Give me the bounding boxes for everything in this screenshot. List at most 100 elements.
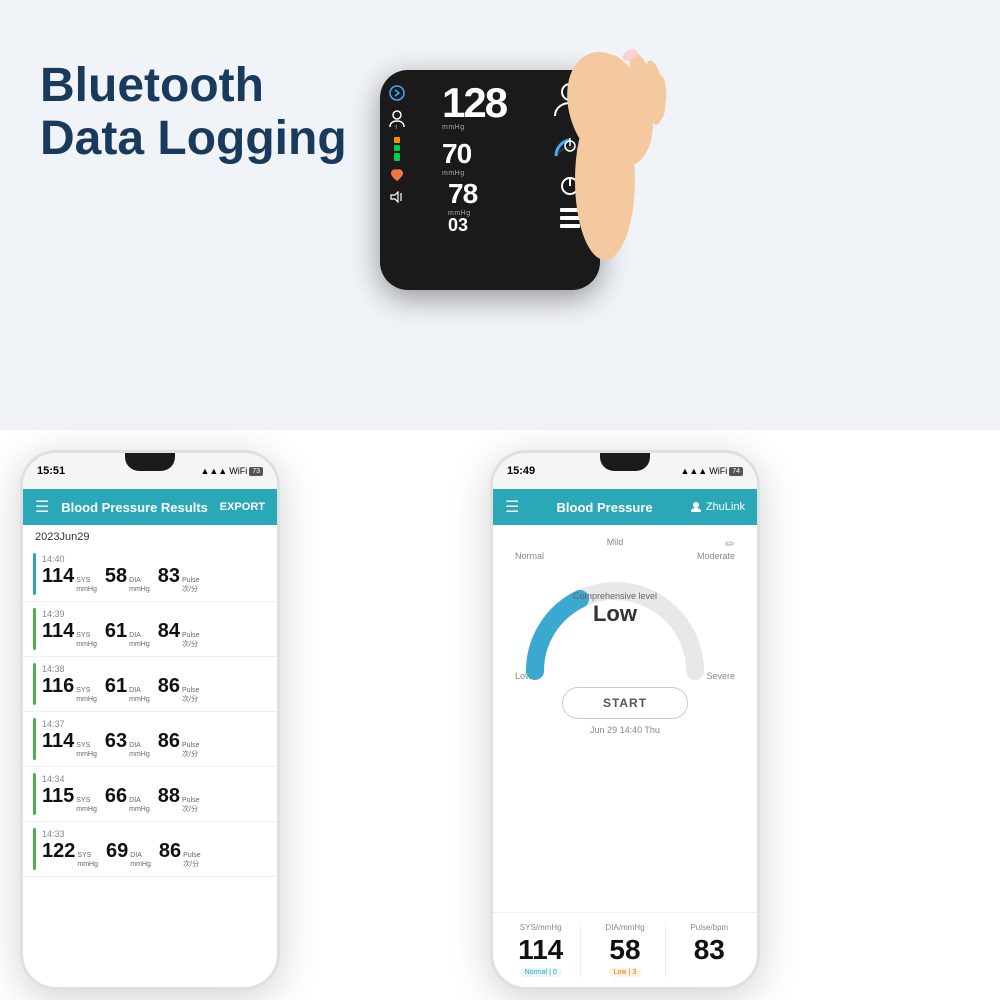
reading-value-group: 114SYS mmHg — [42, 565, 97, 594]
start-button[interactable]: START — [562, 687, 688, 719]
reading-big-value: 86 — [159, 840, 181, 863]
wifi-left: WiFi — [229, 466, 247, 476]
edit-icon[interactable]: ✏ — [725, 537, 735, 551]
date-row-left: 2023Jun29 — [23, 525, 277, 547]
pulse-value: 78 — [448, 178, 477, 209]
reading-item[interactable]: 14:33122SYS mmHg69DIA mmHg86Pulse 次/分 — [23, 822, 277, 877]
reading-unit-label: Pulse 次/分 — [182, 742, 200, 759]
reading-item[interactable]: 14:40114SYS mmHg 58DIA mmHg 83Pulse 次/分 — [23, 547, 277, 602]
reading-big-value: 86 — [158, 730, 180, 753]
reading-big-value: 114 — [42, 565, 74, 588]
reading-time: 14:37 — [42, 719, 267, 729]
hamburger-left[interactable]: ☰ — [35, 497, 49, 517]
reading-big-value: 116 — [42, 675, 74, 698]
hamburger-right[interactable]: ☰ — [505, 497, 519, 517]
battery-left: 73 — [249, 467, 263, 476]
bar-green2 — [394, 153, 400, 161]
stat-header: SYS/mmHg — [520, 923, 562, 932]
reading-value-group: 58DIA mmHg — [105, 565, 150, 594]
reading-unit-label: Pulse 次/分 — [182, 577, 200, 594]
stat-column: Pulse/bpm83 — [670, 923, 749, 977]
phone-right: 15:49 ▲▲▲ WiFi 74 ☰ Blood Pressure ZhuLi… — [490, 450, 760, 990]
reading-value-group: 66DIA mmHg — [105, 785, 150, 814]
reading-value-group: 116SYS mmHg — [42, 675, 97, 704]
reading-big-value: 88 — [158, 785, 180, 808]
reading-bar — [33, 828, 36, 870]
device-container: 1 M 128 mmHg — [350, 30, 670, 400]
reading-big-value: 122 — [42, 840, 75, 863]
reading-unit-label: DIA mmHg — [129, 632, 150, 649]
reading-values: 116SYS mmHg61DIA mmHg86Pulse 次/分 — [42, 675, 267, 704]
signal-right: ▲▲▲ — [680, 466, 707, 476]
reading-content: 14:40114SYS mmHg 58DIA mmHg 83Pulse 次/分 — [42, 554, 267, 594]
gauge-labels-top: Mild — [515, 537, 715, 547]
right-header-title: Blood Pressure — [557, 500, 653, 515]
reading-content: 14:37114SYS mmHg63DIA mmHg86Pulse 次/分 — [42, 719, 267, 759]
reading-value-group: 86Pulse 次/分 — [158, 730, 200, 759]
reading-time: 14:40 — [42, 554, 267, 564]
reading-unit-label: Pulse 次/分 — [183, 852, 201, 869]
notch-cutout-left — [125, 453, 175, 471]
reading-unit-label: SYS mmHg — [76, 577, 97, 594]
reading-value-group: 88Pulse 次/分 — [158, 785, 200, 814]
reading-unit-label: DIA mmHg — [129, 687, 150, 704]
reading-bar — [33, 663, 36, 705]
stat-column: DIA/mmHg58Low | 3 — [585, 923, 665, 977]
gauge-container: Mild Normal Moderate — [493, 525, 757, 912]
bluetooth-title-line1: Bluetooth — [40, 60, 347, 113]
export-button[interactable]: EXPORT — [220, 501, 265, 513]
phone-header-right: ☰ Blood Pressure ZhuLink — [493, 489, 757, 525]
memory-display: 03 — [448, 215, 468, 236]
reading-bar — [33, 718, 36, 760]
reading-item[interactable]: 14:34115SYS mmHg66DIA mmHg88Pulse 次/分 — [23, 767, 277, 822]
reading-value-group: 114SYS mmHg — [42, 730, 97, 759]
dia-display: 70 mmHg — [442, 138, 471, 177]
sound-icon: M — [390, 191, 404, 203]
gauge-labels-mid: Normal Moderate — [515, 551, 735, 561]
stat-value: 114 — [518, 934, 563, 966]
reading-item[interactable]: 14:37114SYS mmHg63DIA mmHg86Pulse 次/分 — [23, 712, 277, 767]
bar-orange — [394, 137, 400, 143]
reading-bar — [33, 608, 36, 650]
reading-unit-label: DIA mmHg — [130, 852, 151, 869]
reading-value-group: 69DIA mmHg — [106, 840, 151, 869]
bar-green1 — [394, 145, 400, 151]
reading-big-value: 58 — [105, 565, 127, 588]
reading-unit-label: Pulse 次/分 — [182, 687, 200, 704]
reading-unit-label: Pulse 次/分 — [182, 797, 200, 814]
reading-list: 14:40114SYS mmHg58DIA mmHg83Pulse 次/分14:… — [23, 547, 277, 987]
reading-big-value: 84 — [158, 620, 180, 643]
phone-header-left: ☰ Blood Pressure Results EXPORT — [23, 489, 277, 525]
reading-values: 114SYS mmHg61DIA mmHg84Pulse 次/分 — [42, 620, 267, 649]
svg-text:1: 1 — [394, 124, 399, 129]
left-status-icons: ▲▲▲ WiFi 73 — [200, 466, 263, 476]
phone-notch-right: 15:49 ▲▲▲ WiFi 74 — [493, 453, 757, 489]
reading-unit-label: SYS mmHg — [77, 852, 98, 869]
reading-item[interactable]: 14:38116SYS mmHg61DIA mmHg86Pulse 次/分 — [23, 657, 277, 712]
gauge-center-text: Comprehensive level Low — [573, 591, 657, 627]
user-avatar-icon — [690, 501, 702, 513]
reading-unit-label: SYS mmHg — [76, 742, 97, 759]
battery-right: 74 — [729, 467, 743, 476]
reading-time: 14:34 — [42, 774, 267, 784]
reading-content: 14:33122SYS mmHg69DIA mmHg86Pulse 次/分 — [42, 829, 267, 869]
user-icon: 1 — [388, 109, 406, 129]
reading-unit-label: SYS mmHg — [76, 687, 97, 704]
gauge-wrapper: Mild Normal Moderate — [515, 537, 735, 681]
reading-big-value: 83 — [158, 565, 180, 588]
bluetooth-text: Bluetooth Data Logging — [40, 60, 347, 166]
phone-notch-left: 15:51 ▲▲▲ WiFi 73 — [23, 453, 277, 489]
reading-values: 115SYS mmHg66DIA mmHg88Pulse 次/分 — [42, 785, 267, 814]
pulse-display: 78 mmHg — [448, 178, 477, 217]
reading-value-group: 61DIA mmHg — [105, 675, 150, 704]
reading-values: 114SYS mmHg 58DIA mmHg 83Pulse 次/分 — [42, 565, 267, 594]
reading-item[interactable]: 14:39114SYS mmHg61DIA mmHg84Pulse 次/分 — [23, 602, 277, 657]
user-label: ZhuLink — [706, 501, 745, 513]
phone-screen-right: 15:49 ▲▲▲ WiFi 74 ☰ Blood Pressure ZhuLi… — [493, 453, 757, 987]
reading-big-value: 66 — [105, 785, 127, 808]
reading-big-value: 114 — [42, 730, 74, 753]
reading-values: 122SYS mmHg 69DIA mmHg 86Pulse 次/分 — [42, 840, 267, 869]
reading-content: 14:34115SYS mmHg66DIA mmHg88Pulse 次/分 — [42, 774, 267, 814]
reading-unit-label: DIA mmHg — [129, 742, 150, 759]
left-header-title: Blood Pressure Results — [61, 500, 208, 515]
